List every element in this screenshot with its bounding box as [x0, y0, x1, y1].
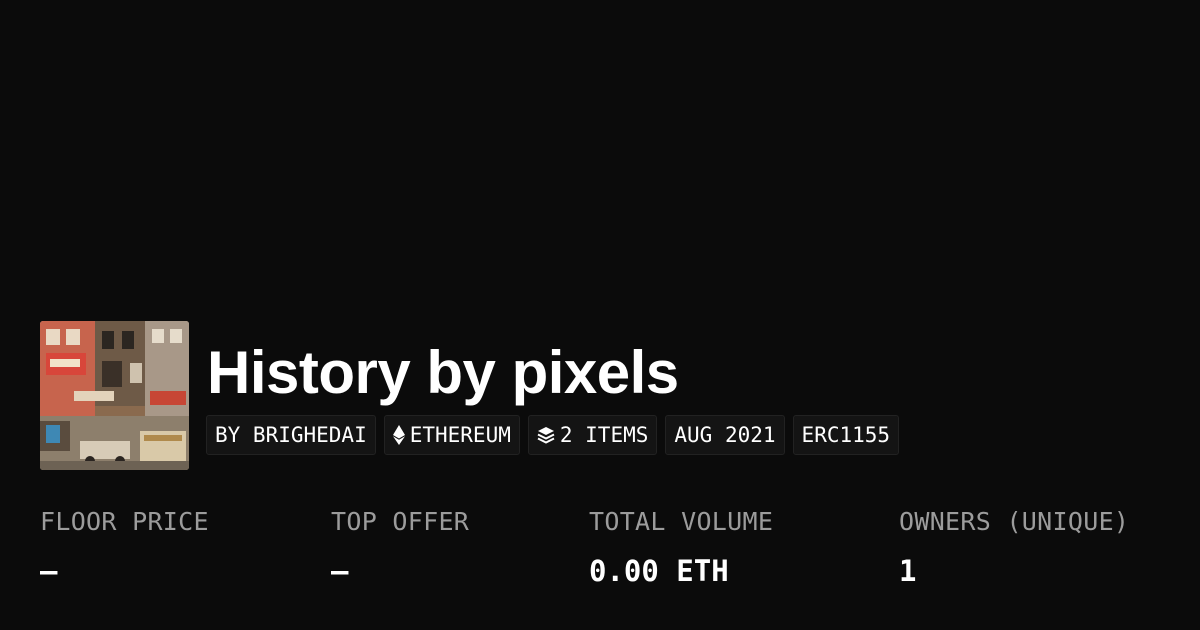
floor-price-value: –: [40, 554, 58, 588]
chain-badge-label: ETHEREUM: [409, 423, 511, 447]
top-offer-label: TOP OFFER: [331, 507, 470, 536]
items-badge-label: 2 ITEMS: [559, 423, 649, 447]
owners-label: OWNERS (UNIQUE): [899, 507, 1130, 536]
floor-price-stat: FLOOR PRICE –: [40, 505, 209, 588]
date-badge-label: AUG 2021: [674, 423, 776, 447]
owners-value: 1: [899, 554, 917, 588]
creator-badge[interactable]: BY BRIGHEDAI: [206, 415, 376, 455]
layers-icon: [537, 426, 555, 444]
top-offer-value: –: [331, 554, 349, 588]
token-standard-label: ERC1155: [801, 423, 891, 447]
owners-stat: OWNERS (UNIQUE) 1: [899, 505, 1129, 588]
ethereum-icon: [392, 425, 405, 445]
total-volume-value: 0.00 ETH: [589, 554, 729, 588]
total-volume-label: TOTAL VOLUME: [589, 507, 774, 536]
top-offer-stat: TOP OFFER –: [331, 505, 469, 588]
total-volume-stat: TOTAL VOLUME 0.00 ETH: [589, 505, 773, 588]
token-standard-badge: ERC1155: [792, 415, 900, 455]
floor-price-label: FLOOR PRICE: [40, 507, 209, 536]
collection-thumbnail: [40, 321, 189, 470]
collection-title: History by pixels: [207, 339, 679, 406]
date-badge: AUG 2021: [665, 415, 785, 455]
chain-badge[interactable]: ETHEREUM: [383, 415, 520, 455]
items-badge[interactable]: 2 ITEMS: [527, 415, 658, 455]
collection-badges: BY BRIGHEDAI ETHEREUM 2 ITEMS AUG 2021 E…: [206, 415, 900, 455]
creator-badge-label: BY BRIGHEDAI: [215, 423, 367, 447]
collection-artwork-image: [40, 321, 189, 470]
